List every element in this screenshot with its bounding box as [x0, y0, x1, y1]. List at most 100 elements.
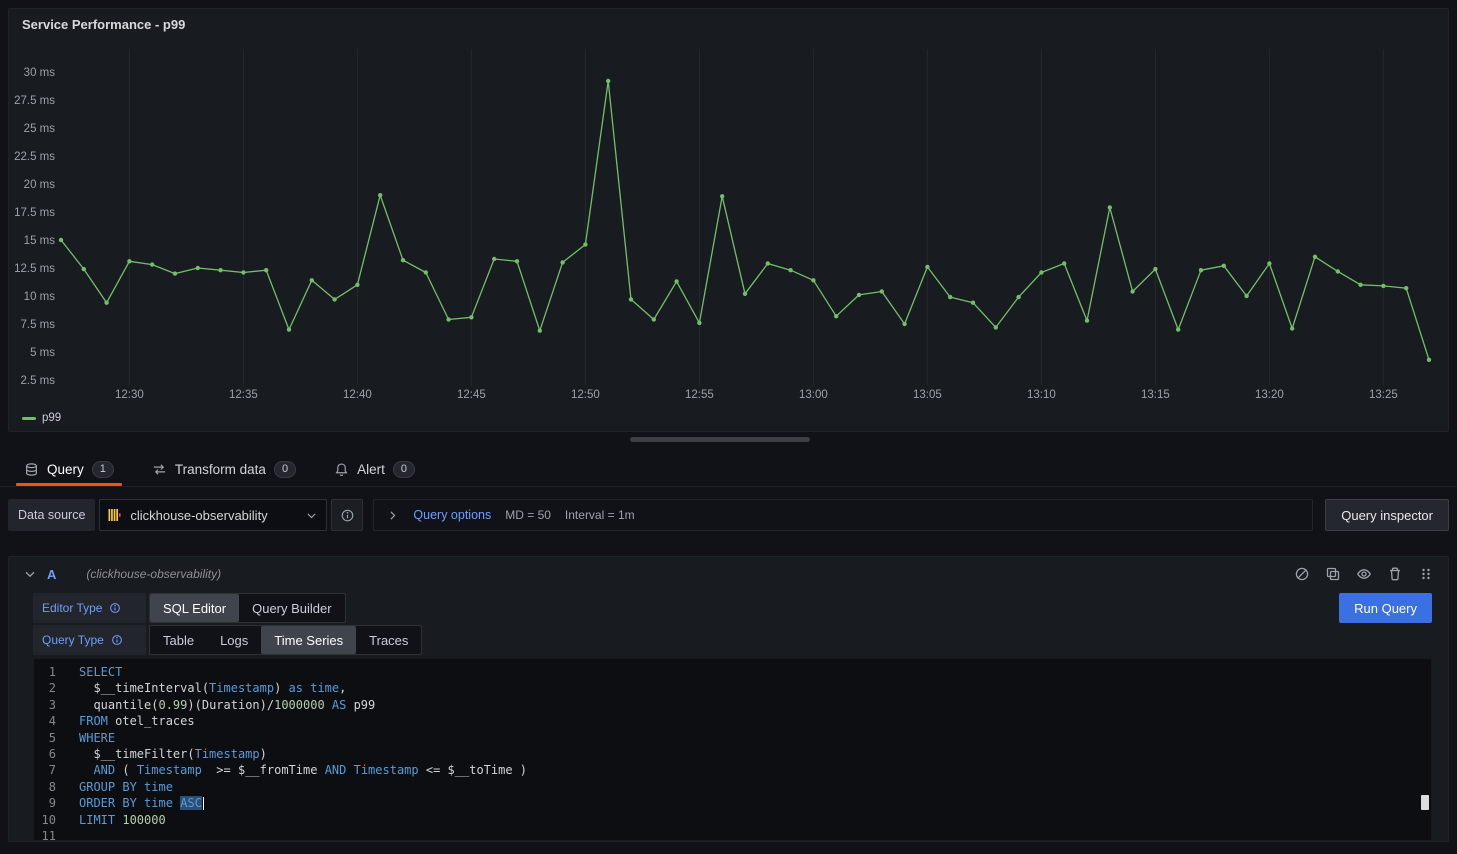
data-point	[1016, 295, 1020, 299]
disable-query-icon[interactable]	[1294, 566, 1310, 582]
editor-cursor-marker	[1421, 795, 1429, 810]
x-axis-tick-label: 12:45	[457, 389, 486, 401]
eye-icon[interactable]	[1356, 566, 1372, 582]
option-query-builder[interactable]: Query Builder	[239, 594, 344, 622]
data-point	[59, 238, 63, 242]
drag-handle-icon[interactable]	[1418, 566, 1434, 582]
x-axis-tick-label: 13:15	[1141, 389, 1170, 401]
data-point	[629, 297, 633, 301]
sql-gutter: 1234567891011	[34, 664, 70, 841]
y-axis-tick-label: 30 ms	[24, 67, 56, 79]
line-number: 2	[34, 680, 56, 696]
collapse-chevron-icon[interactable]	[23, 567, 37, 581]
data-point	[218, 268, 222, 272]
data-point	[515, 259, 519, 263]
info-icon[interactable]	[111, 634, 123, 646]
line-number: 10	[34, 812, 56, 828]
data-point	[1176, 327, 1180, 331]
code-line-5[interactable]: WHERE	[79, 730, 1417, 746]
tab-alert[interactable]: Alert 0	[326, 452, 423, 486]
option-sql-editor[interactable]: SQL Editor	[150, 594, 239, 622]
data-point	[492, 257, 496, 261]
horizontal-scrollbar-thumb[interactable]	[630, 437, 810, 442]
sql-editor[interactable]: 1234567891011 SELECT $__timeInterval(Tim…	[33, 658, 1432, 841]
transform-icon	[152, 462, 167, 477]
bell-icon	[334, 462, 349, 477]
code-line-8[interactable]: GROUP BY time	[79, 779, 1417, 795]
legend-series-label: p99	[42, 412, 61, 424]
data-point	[1427, 358, 1431, 362]
data-point	[1381, 284, 1385, 288]
datasource-label: Data source	[8, 499, 95, 531]
code-line-7[interactable]: AND ( Timestamp >= $__fromTime AND Times…	[79, 762, 1417, 778]
data-point	[1130, 289, 1134, 293]
query-options-link[interactable]: Query options	[413, 508, 491, 522]
data-point	[82, 267, 86, 271]
option-logs[interactable]: Logs	[207, 626, 261, 654]
query-type-group: TableLogsTime SeriesTraces	[149, 625, 422, 655]
option-traces[interactable]: Traces	[356, 626, 421, 654]
code-line-1[interactable]: SELECT	[79, 664, 1417, 680]
code-line-9[interactable]: ORDER BY time ASC	[79, 795, 1417, 811]
data-point	[994, 325, 998, 329]
code-line-3[interactable]: quantile(0.99)(Duration)/1000000 AS p99	[79, 697, 1417, 713]
data-point	[1108, 205, 1112, 209]
datasource-selected-value: clickhouse-observability	[130, 508, 267, 523]
trash-icon[interactable]	[1387, 566, 1403, 582]
datasource-picker[interactable]: clickhouse-observability	[99, 499, 327, 531]
y-axis-tick-label: 17.5 ms	[14, 207, 55, 219]
data-point	[811, 278, 815, 282]
datasource-help-button[interactable]	[331, 499, 363, 531]
code-line-10[interactable]: LIMIT 100000	[79, 812, 1417, 828]
x-axis-tick-label: 13:20	[1255, 389, 1284, 401]
x-axis-tick-label: 12:40	[343, 389, 372, 401]
x-axis-tick-label: 13:05	[913, 389, 942, 401]
x-axis-tick-label: 13:00	[799, 389, 828, 401]
data-point	[264, 268, 268, 272]
run-query-button[interactable]: Run Query	[1339, 593, 1432, 623]
tab-transform-data[interactable]: Transform data 0	[144, 452, 304, 486]
data-point	[560, 260, 564, 264]
query-type-label: Query Type	[33, 625, 146, 655]
info-circle-icon	[340, 508, 355, 523]
alert-count-badge: 0	[393, 461, 415, 478]
x-axis-tick-label: 12:30	[115, 389, 144, 401]
angle-right-icon[interactable]	[386, 509, 399, 522]
editor-tabs: Query 1 Transform data 0 Alert 0	[0, 452, 1457, 487]
panel-title: Service Performance - p99	[22, 17, 185, 32]
line-number: 3	[34, 697, 56, 713]
data-point	[1244, 294, 1248, 298]
editor-type-label-text: Editor Type	[42, 601, 102, 615]
x-axis-tick-label: 13:10	[1027, 389, 1056, 401]
data-point	[1404, 286, 1408, 290]
data-point	[538, 329, 542, 333]
query-inspector-button[interactable]: Query inspector	[1325, 499, 1449, 531]
option-table[interactable]: Table	[150, 626, 207, 654]
data-point	[104, 301, 108, 305]
code-line-11[interactable]	[79, 828, 1417, 841]
tab-query[interactable]: Query 1	[16, 452, 122, 486]
code-line-2[interactable]: $__timeInterval(Timestamp) as time,	[79, 680, 1417, 696]
chart-legend-item[interactable]: p99	[22, 412, 61, 424]
data-point	[173, 271, 177, 275]
code-line-6[interactable]: $__timeFilter(Timestamp)	[79, 746, 1417, 762]
query-ref-id[interactable]: A	[47, 567, 56, 582]
y-axis-tick-label: 25 ms	[24, 123, 56, 135]
query-count-badge: 1	[92, 461, 114, 478]
duplicate-query-icon[interactable]	[1325, 566, 1341, 582]
data-point	[1358, 283, 1362, 287]
data-point	[606, 79, 610, 83]
panel-header[interactable]: Service Performance - p99	[9, 9, 1448, 39]
y-axis-tick-label: 7.5 ms	[20, 319, 55, 331]
max-datapoints-value: MD = 50	[505, 508, 551, 522]
info-icon[interactable]	[109, 602, 121, 614]
option-time-series[interactable]: Time Series	[261, 626, 356, 654]
tab-label: Alert	[357, 462, 385, 477]
x-axis-tick-label: 12:55	[685, 389, 714, 401]
query-options-bar[interactable]: Query options MD = 50 Interval = 1m	[373, 499, 1313, 531]
transform-count-badge: 0	[274, 461, 296, 478]
data-point	[788, 268, 792, 272]
editor-type-row: Editor Type SQL EditorQuery Builder	[33, 593, 346, 623]
code-line-4[interactable]: FROM otel_traces	[79, 713, 1417, 729]
line-number: 8	[34, 779, 56, 795]
